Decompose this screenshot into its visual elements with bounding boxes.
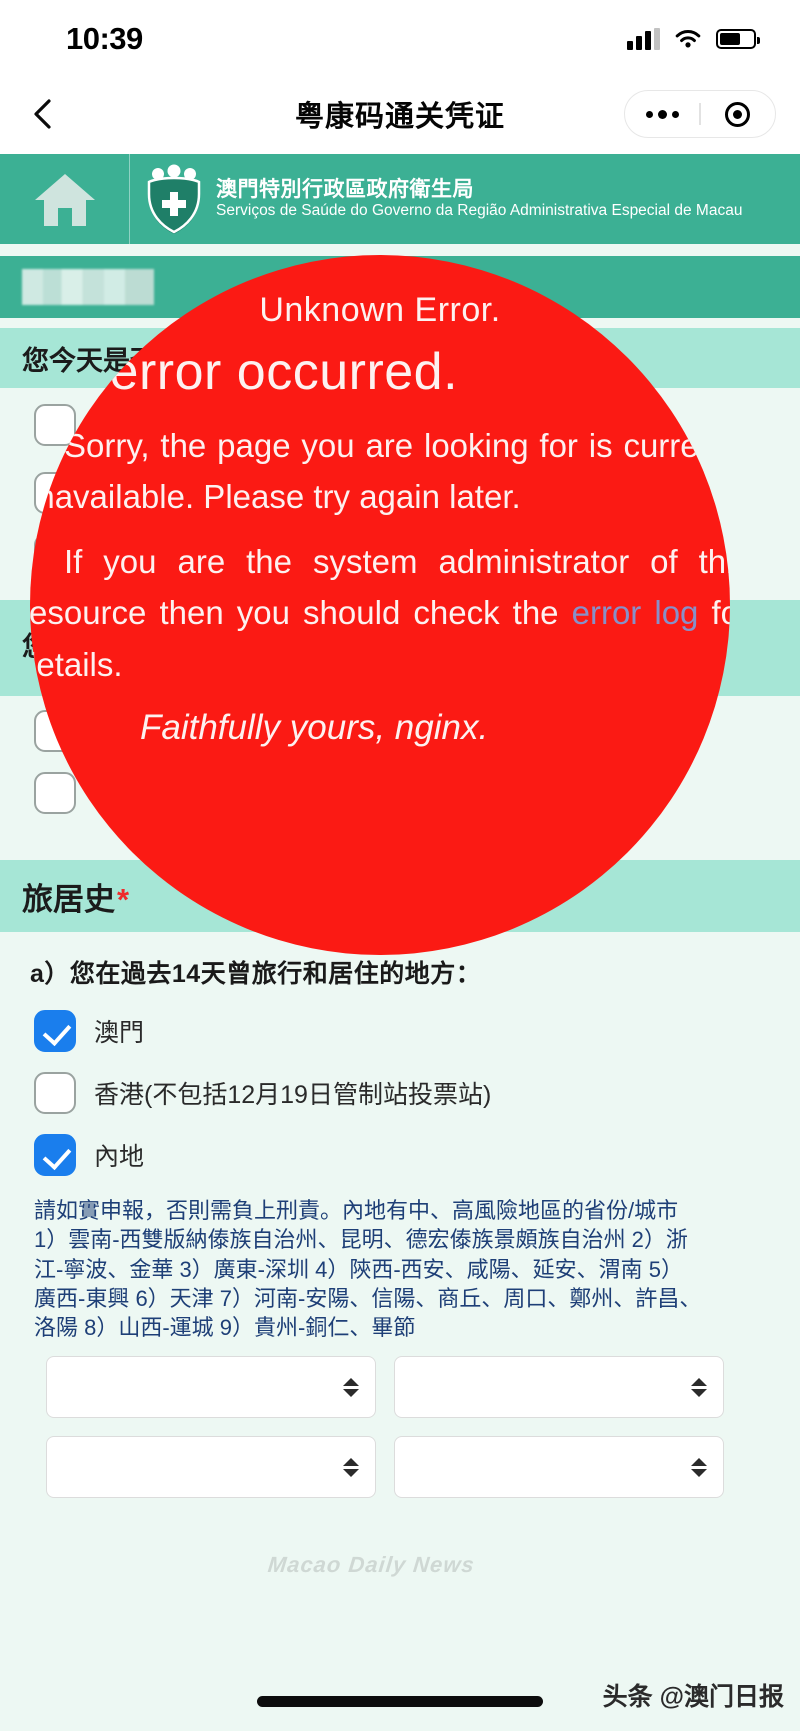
wechat-capsule bbox=[624, 90, 776, 138]
region-select-1[interactable] bbox=[394, 1356, 724, 1419]
region-select-3[interactable] bbox=[394, 1436, 724, 1499]
error-subheading: An error occurred. bbox=[30, 343, 459, 401]
status-bar: 10:39 bbox=[0, 0, 800, 78]
chevron-updown-icon bbox=[691, 1457, 707, 1477]
more-dots-icon bbox=[645, 109, 679, 119]
travel-option-mainland[interactable]: 內地 bbox=[0, 1124, 800, 1180]
checkbox[interactable] bbox=[34, 772, 76, 814]
org-name-zh: 澳門特別行政區政府衛生局 bbox=[216, 178, 474, 202]
nav-bar: 粤康码通关凭证 bbox=[0, 78, 800, 150]
chevron-updown-icon bbox=[343, 1377, 359, 1397]
health-shield-icon bbox=[147, 164, 201, 234]
toutiao-watermark: 头条 @澳门日报 bbox=[602, 1683, 784, 1711]
home-button[interactable] bbox=[0, 154, 130, 244]
site-header: 澳門特別行政區政府衛生局 Serviços de Saúde do Govern… bbox=[0, 154, 800, 244]
risk-area-notice: 請如實申報，否則需負上刑責。內地有中、高風險地區的省份/城市 1）雲南-西雙版納… bbox=[34, 1198, 702, 1340]
travel-option-hongkong[interactable]: 香港(不包括12月19日管制站投票站) bbox=[0, 1062, 800, 1124]
close-miniprogram-button[interactable] bbox=[701, 101, 775, 127]
macao-daily-watermark: Macao Daily News bbox=[266, 1552, 477, 1577]
option-label: 內地 bbox=[94, 1143, 145, 1171]
cellular-signal-icon bbox=[627, 28, 660, 50]
option-label: 香港(不包括12月19日管制站投票站) bbox=[94, 1081, 492, 1109]
checkbox[interactable] bbox=[34, 1010, 76, 1052]
region-select-0[interactable] bbox=[46, 1356, 376, 1419]
travel-option-macau[interactable]: 澳門 bbox=[0, 996, 800, 1062]
battery-icon bbox=[716, 29, 760, 49]
home-icon bbox=[34, 174, 95, 226]
home-indicator bbox=[257, 1696, 543, 1707]
chevron-updown-icon bbox=[691, 1377, 707, 1397]
error-log-link[interactable]: error log bbox=[572, 594, 699, 631]
region-select-group bbox=[0, 1346, 800, 1499]
required-mark: * bbox=[117, 881, 130, 917]
status-time: 10:39 bbox=[66, 21, 143, 56]
region-select-2[interactable] bbox=[46, 1436, 376, 1499]
error-paragraph-1: Sorry, the page you are looking for is c… bbox=[30, 427, 730, 516]
travel-history-title: 旅居史 bbox=[22, 881, 115, 917]
checkbox[interactable] bbox=[34, 1072, 76, 1114]
error-heading: Unknown Error. bbox=[259, 291, 501, 329]
chevron-updown-icon bbox=[343, 1457, 359, 1477]
error-signature: Faithfully yours, nginx. bbox=[140, 707, 489, 747]
checkbox[interactable] bbox=[34, 1134, 76, 1176]
phone-screen: 10:39 粤康码通关凭证 澳門特別行政區政府衛生局 Serviços de S… bbox=[0, 0, 800, 1731]
more-menu-button[interactable] bbox=[625, 109, 699, 119]
target-circle-icon bbox=[725, 101, 751, 127]
option-label: 澳門 bbox=[94, 1019, 145, 1047]
org-name-pt: Serviços de Saúde do Governo da Região A… bbox=[216, 202, 743, 220]
error-paragraph-2: If you are the system administrator of t… bbox=[30, 522, 730, 689]
status-icons bbox=[627, 28, 760, 50]
wifi-icon bbox=[675, 29, 701, 48]
error-overlay: Unknown Error. An error occurred. Sorry,… bbox=[30, 255, 730, 955]
org-identity: 澳門特別行政區政府衛生局 Serviços de Saúde do Govern… bbox=[130, 164, 742, 234]
